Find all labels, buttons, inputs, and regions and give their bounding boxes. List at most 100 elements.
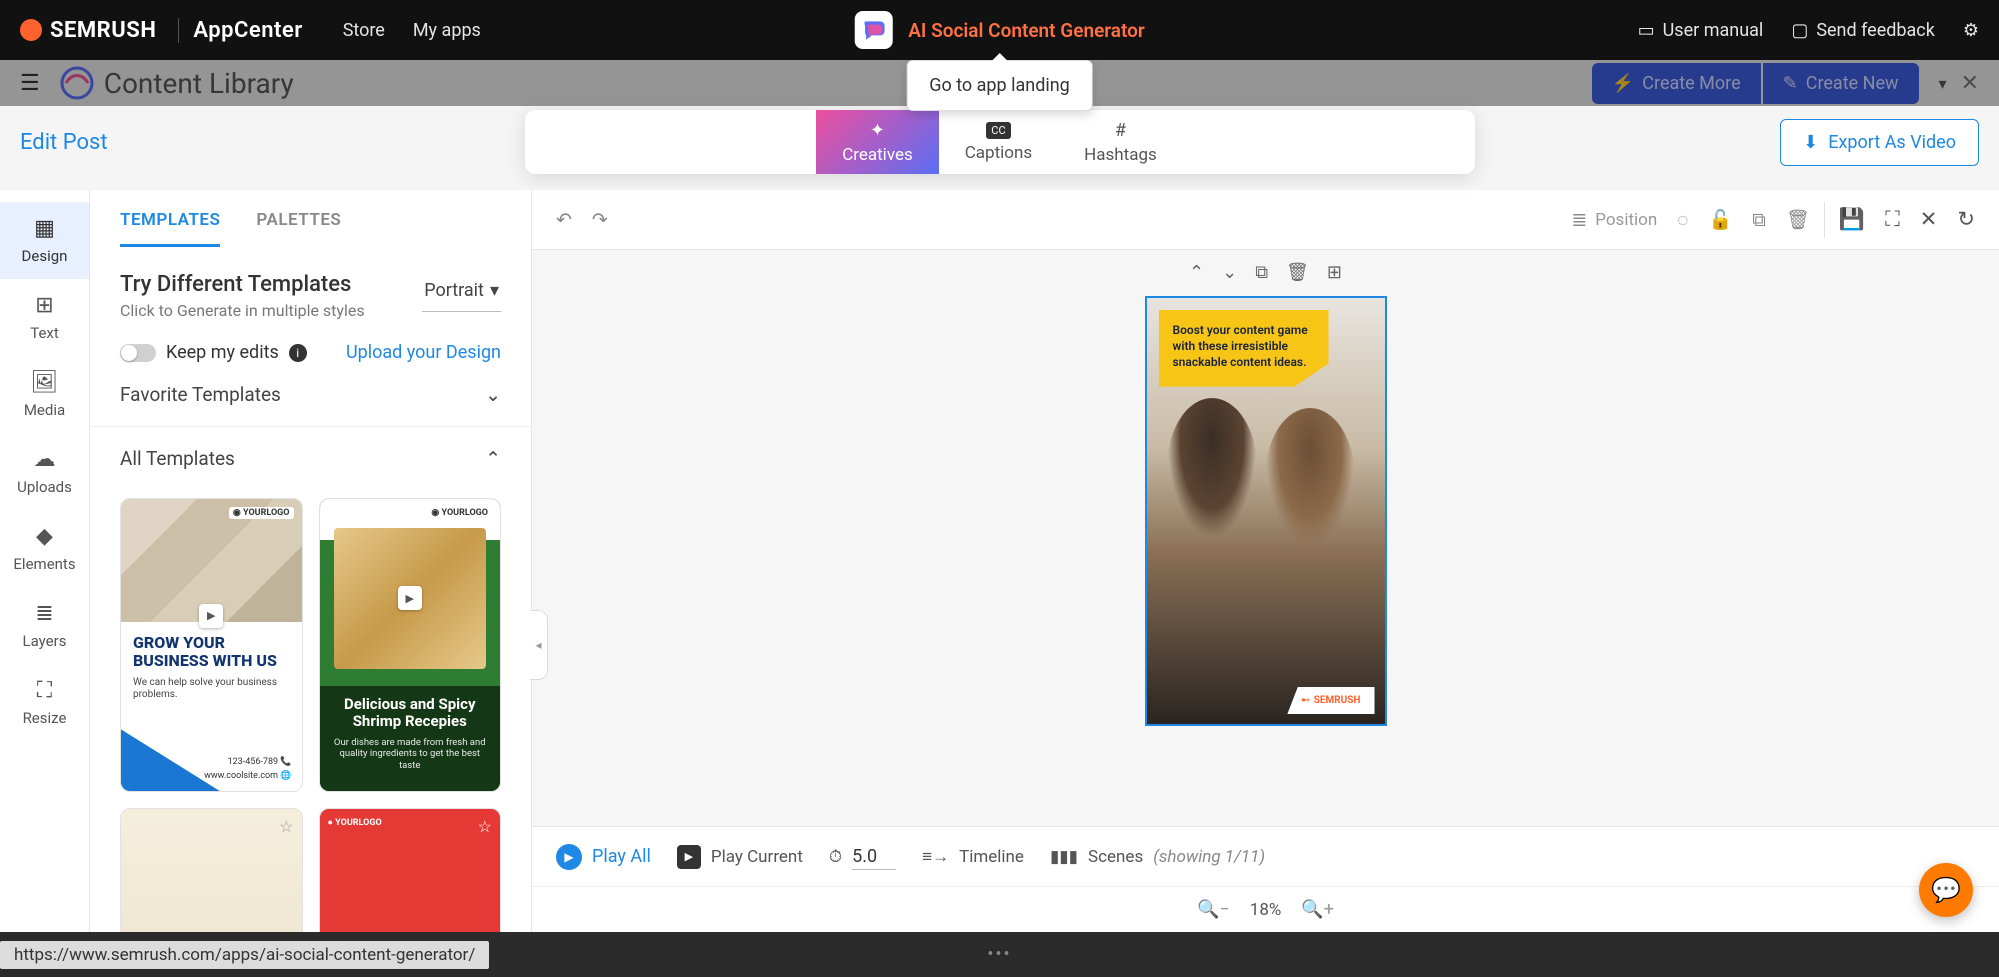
save-icon: 💾 [1839,208,1865,232]
reset-button[interactable]: ↻ [1957,207,1975,232]
book-icon: ▭ [1638,20,1655,41]
unlock-icon: 🔓 [1709,208,1733,231]
copy-button[interactable]: ⧉ [1752,208,1766,231]
tab-hashtags[interactable]: # Hashtags [1058,110,1183,174]
template-card-1[interactable]: ◉ YOURLOGO ▶ GROW YOUR BUSINESS WITH US … [120,498,303,792]
duration-input[interactable] [852,844,896,870]
lock-button[interactable]: 🔓 [1709,208,1733,231]
canvas-stage[interactable]: ⌃ ⌄ ⧉ 🗑 ⊞ Boost your content game with t… [532,250,1999,826]
zoom-level: 18% [1250,900,1282,920]
delete-button[interactable]: 🗑 [1786,208,1810,231]
panel-collapse-handle[interactable]: ◂ [530,610,548,680]
rail-resize[interactable]: ⛶Resize [0,664,89,741]
move-down-button[interactable]: ⌄ [1222,262,1237,283]
nav-store[interactable]: Store [343,20,385,41]
status-handle-icon[interactable]: ••• [987,944,1011,965]
template-card-4[interactable]: ● YOURLOGO ☆ [319,808,502,932]
copy-icon: ⧉ [1255,262,1268,283]
chat-bubble-icon: 💬 [1931,876,1961,904]
rail-uploads[interactable]: ☁Uploads [0,433,89,510]
brand-text: SEMRUSH [50,18,156,43]
panel-tab-palettes[interactable]: PALETTES [256,210,341,247]
shuffle-icon: ✕ [1920,207,1938,232]
templates-panel: TEMPLATES PALETTES Try Different Templat… [90,190,532,932]
redo-button[interactable]: ↷ [592,208,608,231]
shapes-icon: ◆ [36,524,53,549]
orientation-select[interactable]: Portrait ▾ [422,274,501,312]
export-video-button[interactable]: ⬇ Export As Video [1780,119,1979,166]
shuffle-button[interactable]: ✕ [1920,207,1938,232]
delete-scene-button[interactable]: 🗑 [1286,262,1309,283]
play-current-group[interactable]: ▶ Play Current [677,845,803,869]
fullscreen-button[interactable]: ⛶ [1885,208,1900,232]
creative-canvas[interactable]: Boost your content game with these irres… [1145,296,1387,726]
play-icon: ▶ [398,586,422,610]
zoom-in-button[interactable]: 🔍+ [1301,899,1334,920]
hashtag-icon: # [1115,120,1126,141]
chevron-down-icon: ⌄ [485,383,501,406]
canvas-area: ↶ ↷ ≣Position ◌ 🔓 ⧉ 🗑 💾 ⛶ ✕ ↻ ⌃ ⌄ ⧉ 🗑 ⊞ [532,190,1999,932]
intercom-chat-button[interactable]: 💬 [1919,863,1973,917]
keep-edits-toggle[interactable] [120,344,156,362]
add-scene-button[interactable]: ⊞ [1327,262,1342,283]
favorite-templates-header[interactable]: Favorite Templates ⌄ [90,363,531,427]
tab-creatives[interactable]: ✦ Creatives [816,110,939,174]
zoom-bar: 🔍− 18% 🔍+ [532,886,1999,932]
app-title-center[interactable]: AI Social Content Generator [854,11,1145,49]
text-icon: ⊞ [35,293,53,318]
template-card-3[interactable]: ☆ [120,808,303,932]
brand-logo[interactable]: SEMRUSH AppCenter [20,18,303,43]
gear-icon: ⚙ [1963,20,1979,41]
wand-icon: ✦ [870,120,885,141]
undo-button[interactable]: ↶ [556,208,572,231]
creative-headline[interactable]: Boost your content game with these irres… [1159,310,1329,387]
trash-icon: 🗑 [1286,262,1309,283]
status-bar: https://www.semrush.com/apps/ai-social-c… [0,932,1999,977]
timeline-icon: ≡→ [922,847,949,867]
rail-elements[interactable]: ◆Elements [0,510,89,587]
play-all-group[interactable]: ▶ Play All [556,844,651,870]
playbar: ▶ Play All ▶ Play Current ⏱ ≡→ Timeline … [532,826,1999,886]
nav-my-apps[interactable]: My apps [413,20,481,41]
layers-icon: ≣ [35,601,53,626]
send-feedback-link[interactable]: ▢Send feedback [1791,20,1935,41]
opacity-button[interactable]: ◌ [1677,208,1688,232]
template-card-2[interactable]: ◉ YOURLOGO ▶ Delicious and Spicy Shrimp … [319,498,502,792]
status-url: https://www.semrush.com/apps/ai-social-c… [0,941,489,969]
template-logo: ◉ YOURLOGO [229,507,294,519]
design-icon: ▦ [34,216,55,241]
user-manual-link[interactable]: ▭User manual [1638,20,1764,41]
settings-gear[interactable]: ⚙ [1963,20,1979,41]
top-bar: SEMRUSH AppCenter Store My apps AI Socia… [0,0,1999,60]
panel-tabs: TEMPLATES PALETTES [90,190,531,248]
all-templates-header[interactable]: All Templates ⌃ [90,427,531,490]
rail-text[interactable]: ⊞Text [0,279,89,356]
move-up-button[interactable]: ⌃ [1189,262,1204,283]
zoom-out-button[interactable]: 🔍− [1197,899,1230,920]
chevron-up-icon: ⌃ [1189,262,1204,283]
duplicate-scene-button[interactable]: ⧉ [1255,262,1268,283]
scenes-button[interactable]: ▮▮▮ Scenes (showing 1/11) [1050,847,1265,867]
rail-design[interactable]: ▦Design [0,202,89,279]
edit-post-label[interactable]: Edit Post [20,130,108,155]
info-icon[interactable]: i [289,344,307,362]
timeline-button[interactable]: ≡→ Timeline [922,847,1024,867]
tab-captions[interactable]: CC Captions [939,110,1058,174]
rail-media[interactable]: 🖼Media [0,356,89,433]
rail-layers[interactable]: ≣Layers [0,587,89,664]
upload-design-link[interactable]: Upload your Design [346,342,501,363]
panel-tab-templates[interactable]: TEMPLATES [120,210,220,247]
position-button[interactable]: ≣Position [1571,208,1657,231]
play-icon: ▶ [199,604,223,628]
save-button[interactable]: 💾 [1839,208,1865,232]
layers-icon: ≣ [1571,208,1587,231]
redo-icon: ↷ [592,208,608,231]
droplet-icon: ◌ [1677,208,1688,232]
appcenter-label: AppCenter [178,18,302,43]
scenes-icon: ▮▮▮ [1050,847,1078,867]
canvas-toolbar: ↶ ↷ ≣Position ◌ 🔓 ⧉ 🗑 💾 ⛶ ✕ ↻ [532,190,1999,250]
chevron-down-icon: ▾ [490,280,499,301]
resize-icon: ⛶ [37,678,52,703]
semrush-flame-icon [20,19,42,41]
semrush-flame-icon: ➸ [1301,695,1309,706]
